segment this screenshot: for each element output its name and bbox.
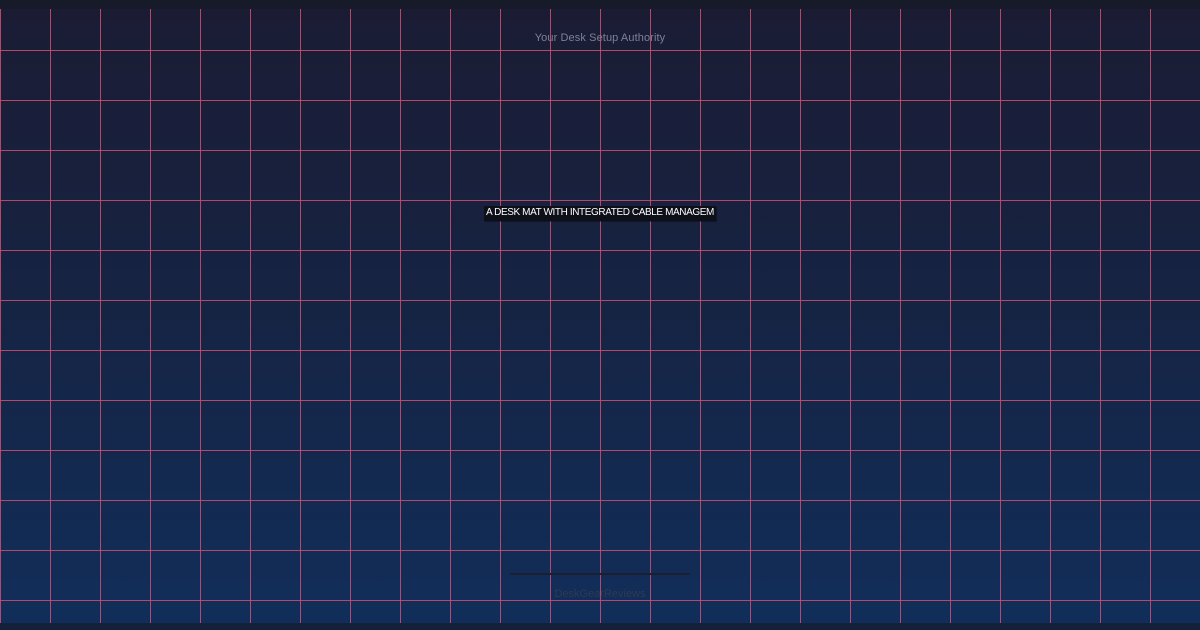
headline-container: A DESK MAT WITH INTEGRATED CABLE MANAGEM [0, 202, 1200, 221]
social-share-card: Your Desk Setup Authority A DESK MAT WIT… [0, 0, 1200, 630]
grid-background: Your Desk Setup Authority A DESK MAT WIT… [0, 9, 1200, 623]
brand-name: DeskGearReviews [554, 588, 646, 600]
footer-divider [510, 573, 690, 575]
site-tagline: Your Desk Setup Authority [534, 32, 666, 44]
grid-lines [0, 9, 1200, 623]
bottom-strip [0, 623, 1200, 630]
top-strip [0, 0, 1200, 9]
article-headline: A DESK MAT WITH INTEGRATED CABLE MANAGEM [484, 206, 716, 221]
